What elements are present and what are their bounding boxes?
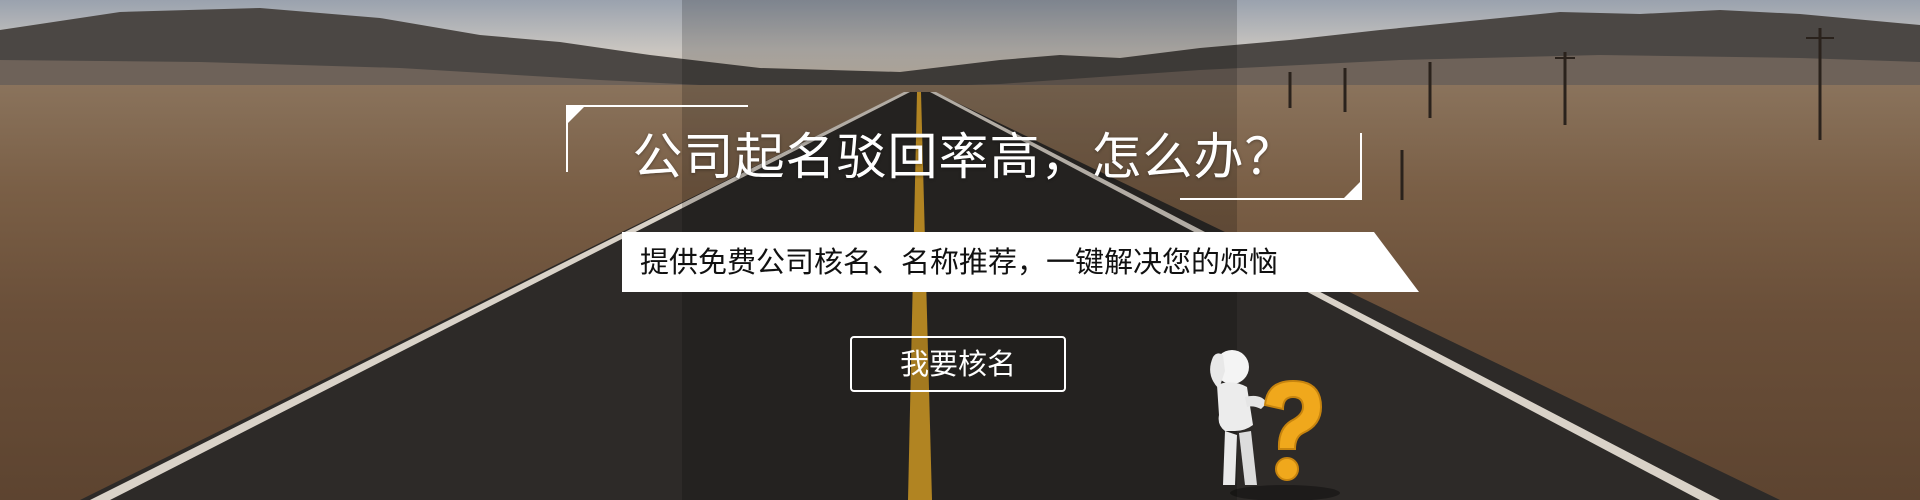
subtitle-ribbon: 提供免费公司核名、名称推荐，一键解决您的烦恼 xyxy=(622,232,1419,292)
subtitle-text: 提供免费公司核名、名称推荐，一键解决您的烦恼 xyxy=(640,245,1279,279)
hero-banner: 公司起名驳回率高，怎么办？ 提供免费公司核名、名称推荐，一键解决您的烦恼 我要核… xyxy=(0,0,1920,500)
name-check-button[interactable]: 我要核名 xyxy=(850,336,1066,392)
page-title: 公司起名驳回率高，怎么办？ xyxy=(632,128,1296,186)
question-mark-figure-icon xyxy=(1210,350,1340,500)
headline-frame: 公司起名驳回率高，怎么办？ xyxy=(566,105,1362,200)
